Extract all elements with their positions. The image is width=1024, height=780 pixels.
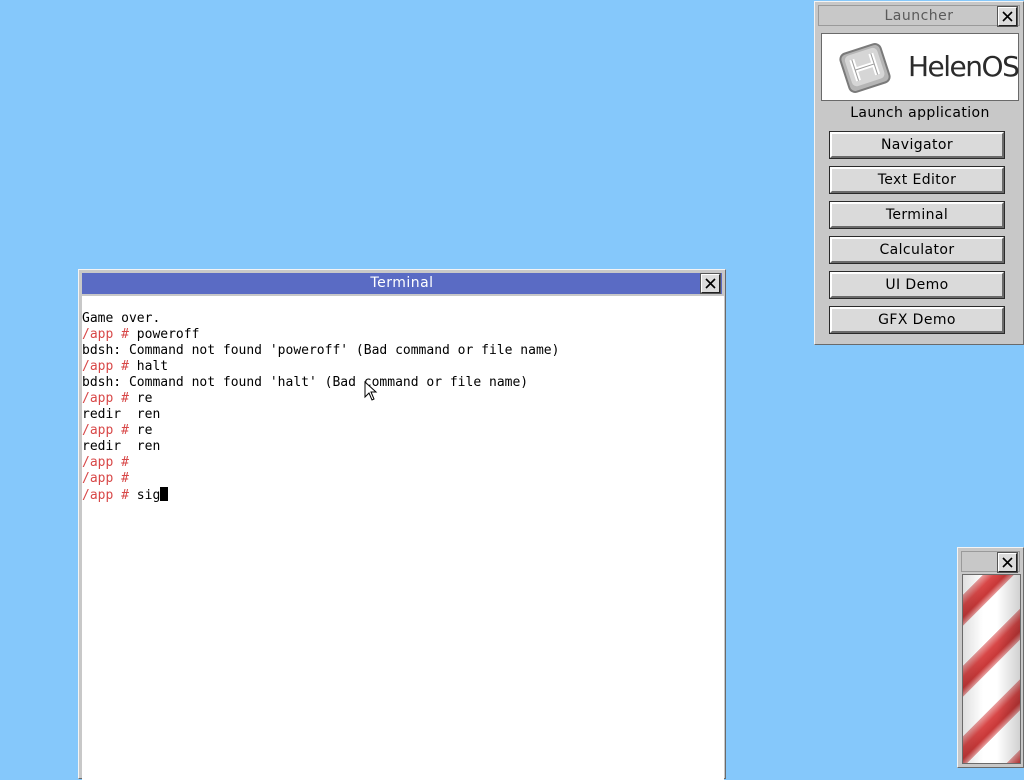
terminal-close-button[interactable] [700,273,721,294]
shell-prompt: /app # [82,471,137,486]
launcher-title: Launcher [884,8,954,24]
launcher-close-button[interactable] [997,6,1018,27]
terminal-line: bdsh: Command not found 'halt' (Bad comm… [82,375,528,391]
ui-demo-button[interactable]: UI Demo [829,271,1005,299]
terminal-line: /app # [82,455,137,471]
barber-close-button[interactable] [997,552,1018,573]
terminal-titlebar[interactable]: Terminal [82,273,722,294]
text-editor-button[interactable]: Text Editor [829,166,1005,194]
shell-prompt: /app # [82,455,137,470]
barber-pole-window [957,547,1024,768]
gfx-demo-button[interactable]: GFX Demo [829,306,1005,334]
terminal-title: Terminal [370,275,434,291]
line-text: bdsh: Command not found 'halt' (Bad comm… [82,375,529,390]
close-icon [1002,557,1013,568]
terminal-window: Terminal Game over. /app # poweroff bdsh… [78,269,726,780]
terminal-line: redir ren [82,439,160,455]
launch-application-label: Launch application [850,105,990,121]
pole-shading [963,575,1020,763]
terminal-line: /app # halt [82,359,168,375]
shell-prompt: /app # [82,488,137,503]
helenos-logo: HelenOS [821,33,1020,101]
line-text: halt [136,359,169,374]
terminal-line: /app # [82,471,137,487]
terminal-output[interactable]: Game over. /app # poweroff bdsh: Command… [82,296,724,780]
terminal-line: Game over. [82,311,160,327]
launcher-window: Launcher HelenOS Launch application Navi… [814,1,1024,345]
navigator-button[interactable]: Navigator [829,131,1005,159]
terminal-line: redir ren [82,407,160,423]
line-text: redir ren [82,407,161,422]
terminal-line: /app # re [82,391,152,407]
helenos-logo-icon [839,43,891,93]
shell-prompt: /app # [82,391,137,406]
calculator-button[interactable]: Calculator [829,236,1005,264]
close-icon [705,278,716,289]
terminal-line: bdsh: Command not found 'poweroff' (Bad … [82,343,559,359]
text-cursor [160,487,169,501]
shell-prompt: /app # [82,327,137,342]
line-text: re [136,391,153,406]
logo-text: HelenOS [908,50,1020,83]
line-text: Game over. [82,311,161,326]
mouse-pointer-icon [364,381,378,401]
line-text: poweroff [136,327,200,342]
line-text: bdsh: Command not found 'poweroff' (Bad … [82,343,560,358]
terminal-line: /app # re [82,423,152,439]
terminal-input-line[interactable]: /app # sig [82,487,169,503]
line-text: re [136,423,153,438]
shell-prompt: /app # [82,359,137,374]
line-text: redir ren [82,439,161,454]
terminal-button[interactable]: Terminal [829,201,1005,229]
close-icon [1002,11,1013,22]
barber-titlebar[interactable] [961,551,1020,573]
typed-command: sig [136,488,161,503]
terminal-line: /app # poweroff [82,327,199,343]
barber-pole-graphic [962,574,1021,764]
shell-prompt: /app # [82,423,137,438]
launcher-titlebar[interactable]: Launcher [818,5,1020,27]
